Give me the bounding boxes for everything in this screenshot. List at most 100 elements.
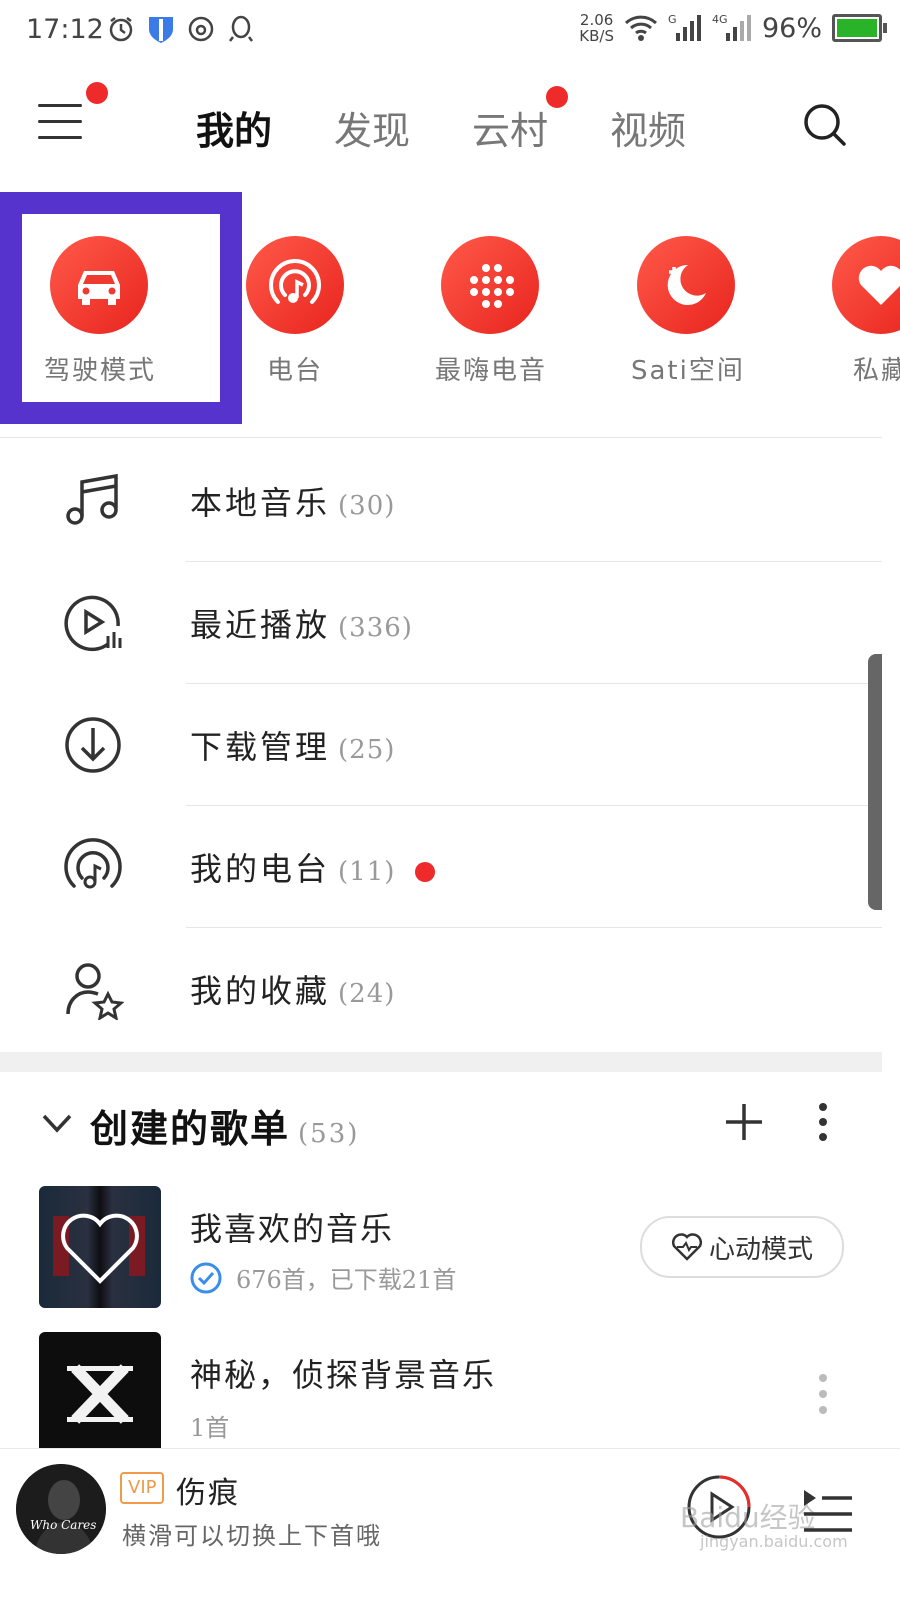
- quick-label: Sati空间: [631, 356, 745, 386]
- side-drawer-handle[interactable]: [868, 654, 882, 910]
- tab-cloud-village[interactable]: 云村: [472, 100, 548, 155]
- list-item-label: 本地音乐 (30): [190, 478, 395, 524]
- signal-4g-icon: 4G: [712, 13, 752, 43]
- list-item-count: (11): [338, 857, 396, 887]
- signal-icon: G: [668, 13, 702, 43]
- list-item-local-music[interactable]: 本地音乐 (30): [0, 440, 900, 562]
- player-cover-text: Who Cares: [30, 1518, 97, 1532]
- list-item-count: (30): [338, 491, 396, 521]
- my-radio-icon: [64, 838, 122, 889]
- moon-icon: [667, 264, 706, 305]
- song-title: 伤痕: [176, 1476, 240, 1511]
- more-options-icon[interactable]: [808, 1102, 838, 1142]
- wifi-icon: [624, 15, 658, 41]
- tab-notification-dot: [546, 86, 568, 108]
- quick-sati-space[interactable]: Sati空间: [631, 236, 745, 387]
- shield-icon: [146, 14, 176, 44]
- list-item-title: 下载管理: [190, 728, 331, 766]
- search-icon: [804, 104, 846, 146]
- quick-label: 最嗨电音: [435, 356, 548, 386]
- playlist-cover-art: [53, 1213, 145, 1284]
- list-item-favorites[interactable]: 我的收藏 (24): [0, 928, 900, 1050]
- quick-radio[interactable]: 电台: [240, 236, 350, 387]
- list-item-count: (336): [338, 613, 413, 643]
- status-icons-right: 2.06 KB/S G 4G 96%: [579, 12, 887, 44]
- status-icons-left: [106, 14, 256, 44]
- divider: [0, 437, 882, 438]
- status-bar: 17:12 2.06 KB/S G 4G 96%: [0, 0, 900, 64]
- list-item-my-radio[interactable]: 我的电台 (11): [0, 806, 900, 928]
- music-note-icon: [66, 473, 118, 525]
- list-item-title: 我的收藏: [190, 972, 331, 1010]
- quick-icon-circle: [637, 236, 735, 334]
- playlist-queue-icon[interactable]: [800, 1484, 854, 1538]
- song-hint: 横滑可以切换上下首哦: [122, 1522, 382, 1550]
- playlist-subtitle: 1首: [190, 1414, 230, 1442]
- netease-icon: [186, 14, 216, 44]
- section-title: 创建的歌单 (53): [90, 1098, 359, 1153]
- alarm-icon: [106, 14, 136, 44]
- playlist-title[interactable]: 我喜欢的音乐: [190, 1204, 394, 1250]
- tab-video[interactable]: 视频: [610, 100, 686, 155]
- quick-driving-mode[interactable]: 驾驶模式: [44, 236, 154, 387]
- quick-label: 电台: [266, 356, 323, 386]
- net-speed-unit: KB/S: [579, 27, 614, 45]
- battery-fill: [837, 19, 877, 37]
- list-item-title: 我的电台: [190, 850, 331, 888]
- list-item-label: 我的电台 (11): [190, 844, 436, 890]
- menu-button[interactable]: [38, 104, 82, 144]
- quick-icon-circle: [441, 236, 539, 334]
- tab-mine[interactable]: 我的: [196, 100, 272, 155]
- tab-discover[interactable]: 发现: [334, 100, 410, 155]
- heart-mode-button[interactable]: 心动模式: [640, 1216, 844, 1278]
- net-speed-value: 2.06: [579, 11, 614, 29]
- status-time: 17:12: [26, 14, 104, 45]
- playlist-cover-art: [67, 1364, 133, 1424]
- recent-play-icon: [64, 595, 122, 652]
- list-item-label: 最近播放 (336): [190, 600, 413, 646]
- heart-mode-label: 心动模式: [708, 1234, 813, 1265]
- player-cover-art: [16, 1464, 106, 1554]
- radio-icon: [269, 259, 321, 304]
- vip-badge: VIP: [120, 1472, 165, 1504]
- playlist-cover[interactable]: [39, 1186, 161, 1308]
- chevron-down-icon[interactable]: [40, 1106, 74, 1140]
- add-playlist-button[interactable]: [724, 1102, 764, 1142]
- user-star-icon: [66, 963, 124, 1020]
- playlist-title[interactable]: 神秘，侦探背景音乐: [190, 1350, 496, 1396]
- download-icon: [65, 717, 121, 773]
- list-item-count: (24): [338, 979, 396, 1009]
- quick-label: 私藏: [852, 356, 900, 386]
- playlist-cover[interactable]: [39, 1332, 161, 1454]
- car-icon: [78, 271, 120, 305]
- quick-edm[interactable]: 最嗨电音: [435, 236, 545, 387]
- net-speed: 2.06 KB/S: [579, 12, 614, 44]
- section-title-text: 创建的歌单: [90, 1106, 291, 1151]
- heart-icon: [858, 265, 900, 305]
- quick-private-collection[interactable]: 私藏: [826, 236, 900, 387]
- quick-label: 驾驶模式: [44, 356, 157, 386]
- playlist-subtitle: 676首，已下载21首: [236, 1266, 457, 1294]
- list-item-count: (25): [338, 735, 396, 765]
- playlist-more-icon[interactable]: [810, 1372, 836, 1416]
- search-button[interactable]: [800, 100, 850, 150]
- list-item-label: 我的收藏 (24): [190, 966, 395, 1012]
- section-separator: [0, 1052, 882, 1072]
- battery-icon: [832, 14, 887, 42]
- quick-icon-circle: [832, 236, 900, 334]
- quick-icon-circle: [246, 236, 344, 334]
- qq-icon: [226, 14, 256, 44]
- section-count: (53): [298, 1119, 360, 1149]
- battery-percent: 96%: [761, 12, 822, 44]
- watermark-text: Baidu经验: [680, 1501, 816, 1534]
- list-item-recent-play[interactable]: 最近播放 (336): [0, 562, 900, 684]
- dots-grid-icon: [470, 264, 514, 308]
- notification-dot: [415, 861, 436, 882]
- quick-icon-circle: [50, 236, 148, 334]
- list-item-downloads[interactable]: 下载管理 (25): [0, 684, 900, 806]
- player-cover[interactable]: Who Cares: [16, 1464, 106, 1554]
- menu-notification-dot: [86, 82, 108, 104]
- check-circle-icon: [190, 1262, 222, 1293]
- list-item-title: 本地音乐: [190, 484, 331, 522]
- playlist-meta: 676首，已下载21首: [190, 1260, 456, 1295]
